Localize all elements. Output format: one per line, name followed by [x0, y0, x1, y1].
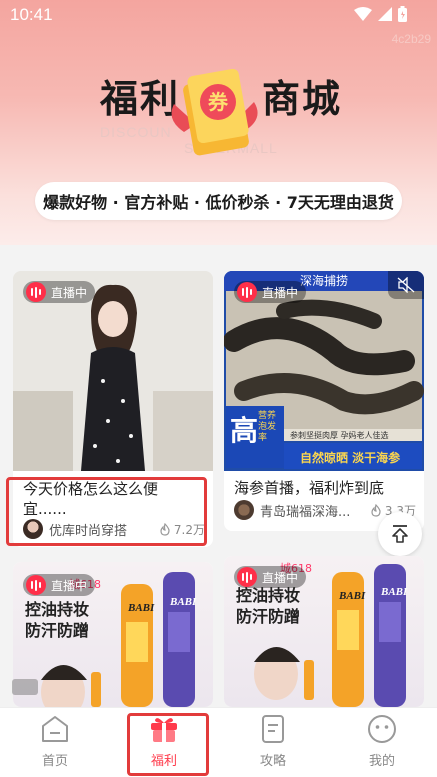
slogan-pill: 爆款好物 · 官方补贴 · 低价秒杀 · 7天无理由退货: [35, 182, 402, 220]
selection-highlight: [6, 477, 207, 546]
live-icon: [237, 282, 257, 302]
signal-icon: [378, 7, 392, 21]
slogan-text: 爆款好物 · 官方补贴 · 低价秒杀 · 7天无理由退货: [43, 193, 394, 212]
coupon-icon: 券: [171, 68, 258, 156]
svg-text:券: 券: [207, 90, 229, 114]
banner-title-right: 商城: [262, 77, 343, 121]
back-to-top-button[interactable]: [378, 512, 422, 556]
tab-guide[interactable]: 攻略: [233, 714, 313, 774]
brand-label: BABI: [381, 586, 408, 598]
status-icons: [354, 6, 407, 22]
tab-label: 我的: [368, 754, 395, 769]
live-badge: 直播中: [23, 281, 96, 303]
brand-label: BABI: [170, 596, 197, 608]
live-card-spray-2[interactable]: 城618 控油持妆 防汗防蹭 BABI BABI 直播中: [224, 556, 424, 707]
live-card-seafood[interactable]: 深海捕捞 高 营养 泡发率 参刺坚挺肉厚 孕妈老人佳选 自然晾晒 淡干海参 直播中…: [224, 271, 424, 531]
live-icon: [26, 575, 46, 595]
watermark-text: 4c2b29: [391, 32, 431, 46]
status-bar: 10:41: [0, 0, 437, 30]
bottom-tab-bar: 首页 福利 攻略 我的: [0, 707, 437, 777]
strip-text: 自然晾晒 淡干海参: [300, 451, 401, 465]
brand-label: BABI: [128, 602, 155, 614]
wifi-icon: [354, 7, 372, 21]
banner-title-left: 福利: [100, 77, 181, 121]
mute-button[interactable]: [388, 271, 424, 299]
flame-icon: [371, 503, 381, 517]
avatar: [234, 500, 254, 520]
tag-label: 营养 泡发率: [258, 411, 277, 443]
live-icon: [237, 567, 257, 587]
shop-name: 青岛瑞福深海...: [260, 504, 351, 520]
battery-icon: [398, 6, 407, 22]
mini-chip: [12, 679, 38, 695]
card-title: 海参首播，福利炸到底: [234, 479, 385, 497]
status-time: 10:41: [10, 5, 53, 24]
live-badge: 直播中: [234, 566, 307, 588]
arrow-up-icon: [392, 525, 408, 543]
brand-label: BABI: [339, 590, 366, 602]
tab-home[interactable]: 首页: [15, 714, 95, 774]
home-icon: [42, 716, 68, 742]
welfare-banner: 10:41 4c2b29 福利 商城 DISCOUN SUPERMALL 券 爆…: [0, 0, 437, 245]
profile-icon: [368, 715, 396, 743]
big-char: 高: [230, 414, 259, 447]
live-badge: 直播中: [234, 281, 307, 303]
tab-label: 首页: [41, 754, 68, 769]
tab-label: 攻略: [259, 754, 286, 769]
selection-highlight: [127, 713, 209, 776]
live-card-spray-1[interactable]: 城618 控油持妆 防汗防蹭 BABI BABI 直播中: [13, 562, 213, 707]
live-icon: [26, 282, 46, 302]
mute-icon: [397, 277, 415, 293]
small-caption: 参刺坚挺肉厚 孕妈老人佳选: [290, 431, 389, 440]
guide-icon: [262, 715, 284, 743]
tab-mine[interactable]: 我的: [342, 714, 422, 774]
live-badge: 直播中: [23, 574, 96, 596]
